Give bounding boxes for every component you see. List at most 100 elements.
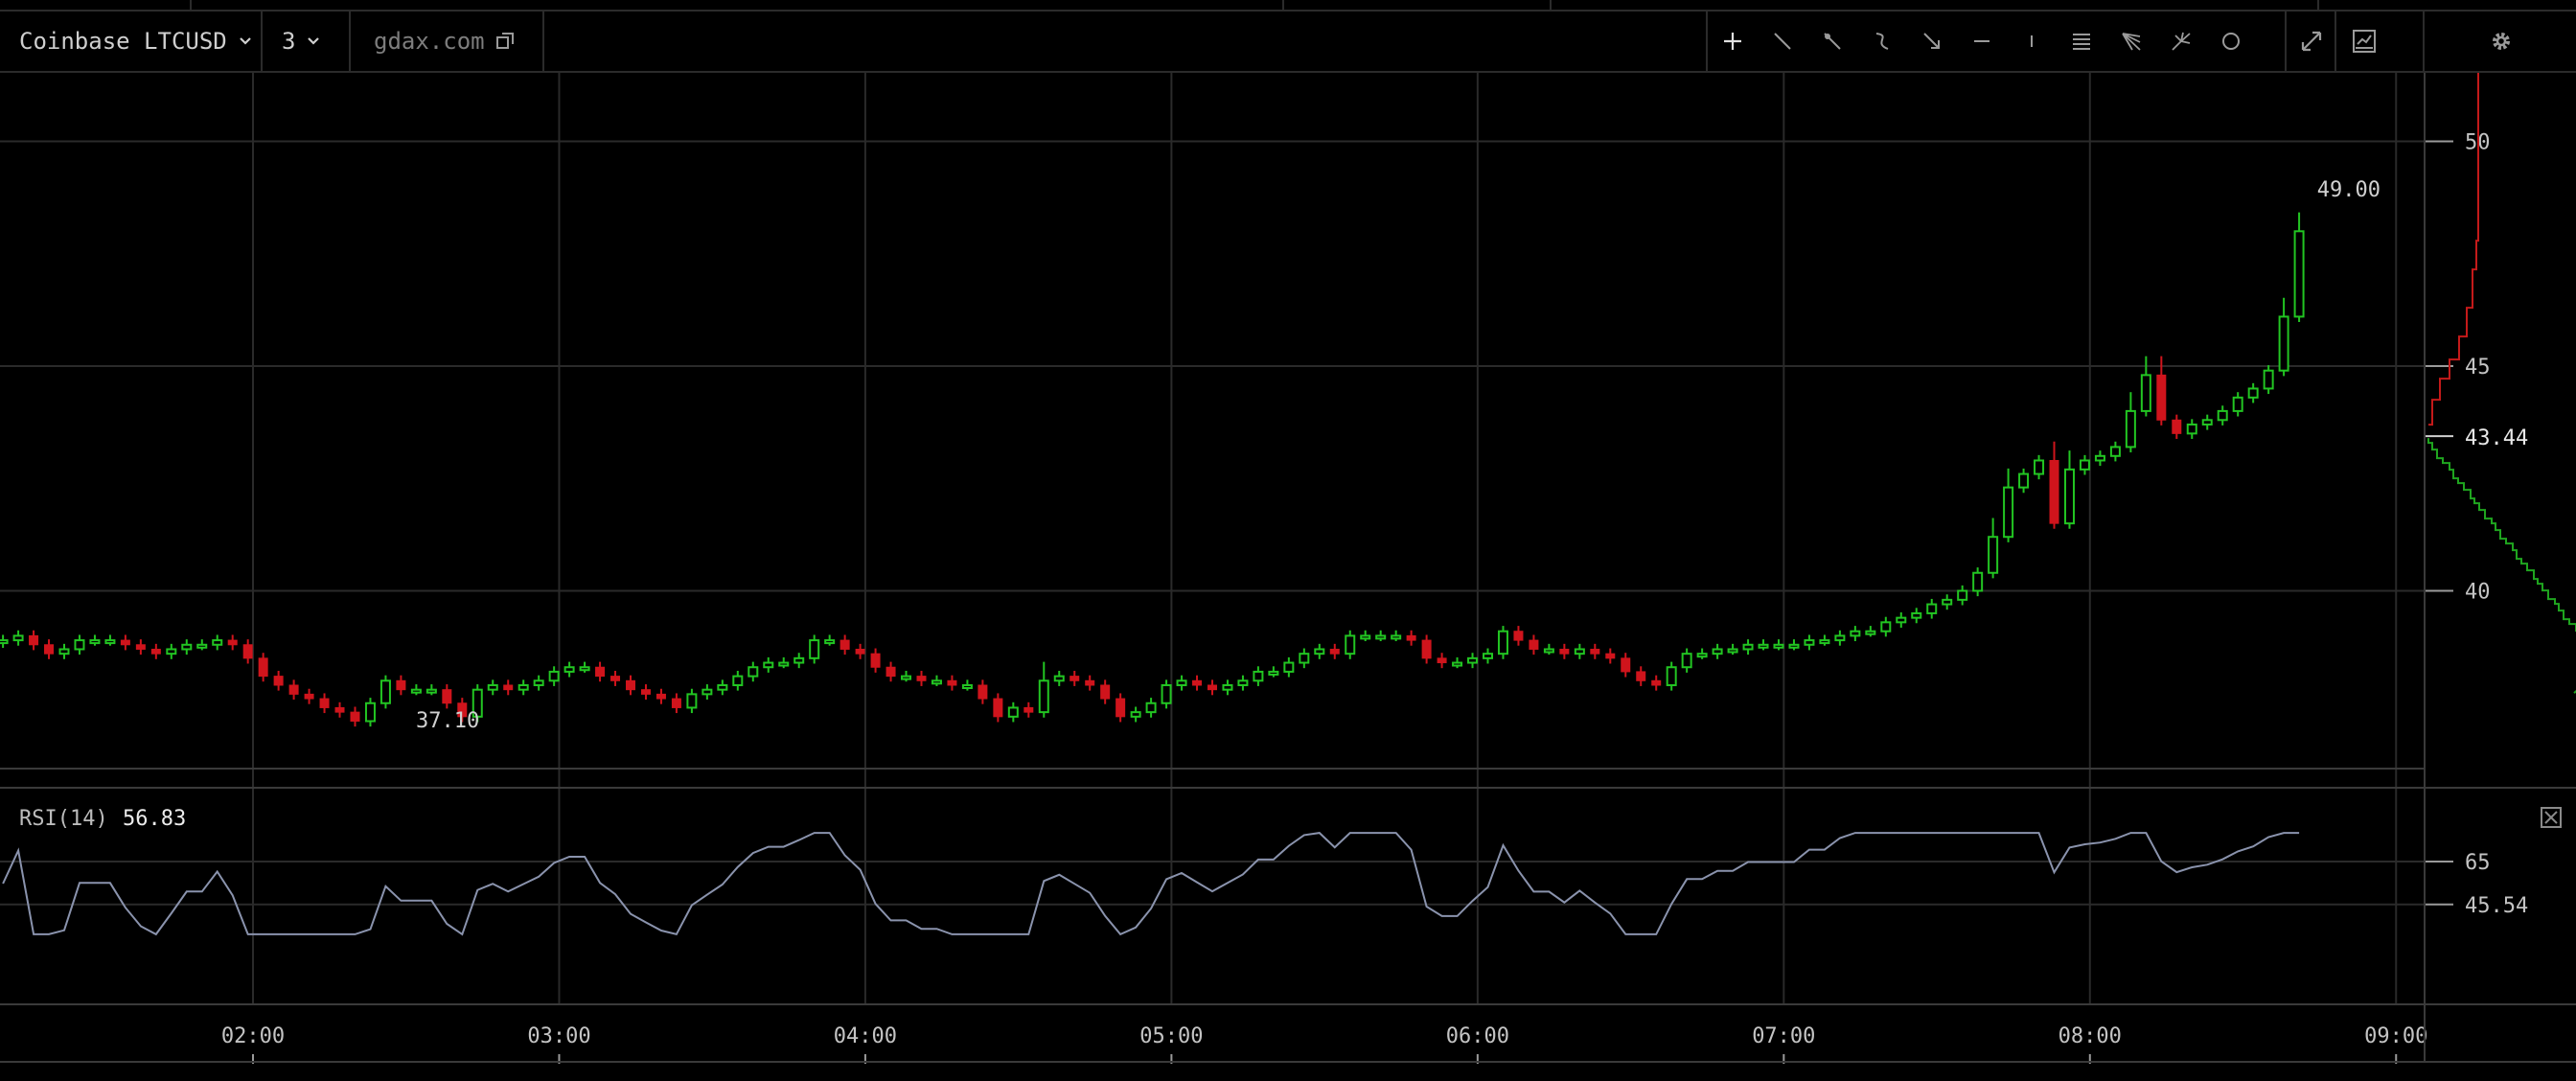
parallel-lines-icon[interactable] — [2057, 12, 2106, 71]
candle — [533, 675, 544, 691]
candle — [1375, 630, 1387, 642]
ray-icon[interactable] — [1807, 12, 1857, 71]
candle — [44, 639, 55, 659]
interval-selector[interactable]: 3 — [263, 12, 351, 71]
candle — [579, 661, 590, 673]
candle — [104, 634, 116, 646]
candle — [89, 634, 101, 646]
candle-body — [626, 679, 636, 691]
candle-body — [2293, 230, 2305, 318]
crosshair-icon[interactable] — [1708, 12, 1758, 71]
candle-body — [426, 688, 437, 694]
source-link[interactable]: gdax.com — [351, 12, 544, 71]
candle — [702, 684, 713, 700]
candle — [1024, 702, 1034, 718]
candle-body — [273, 676, 284, 686]
candle-body — [2232, 396, 2243, 412]
candle-body — [1773, 643, 1784, 649]
candle — [993, 693, 1003, 723]
candle-body — [1024, 706, 1034, 713]
candle-body — [1116, 698, 1126, 718]
snapshot-button[interactable] — [2334, 12, 2392, 71]
candle-body — [2186, 423, 2197, 435]
candle — [380, 675, 391, 709]
candle — [610, 670, 621, 686]
candle — [1681, 648, 1692, 673]
candle — [304, 688, 314, 704]
candle-body — [2201, 419, 2213, 426]
candle — [120, 634, 130, 651]
candle — [1207, 679, 1217, 696]
candle-body — [1850, 630, 1861, 637]
candle — [732, 670, 744, 691]
rsi-line — [2, 832, 2300, 936]
candle-body — [2049, 459, 2059, 524]
rsi-indicator-name: RSI(14) — [19, 807, 108, 831]
candle — [2003, 468, 2014, 542]
fullscreen-button[interactable] — [2285, 12, 2336, 71]
price-tick-label: 40 — [2465, 581, 2491, 605]
chart-area[interactable]: 02:00 03:00 04:00 05:00 06:00 07:00 08:00 09:00… — [0, 73, 2576, 1081]
candle — [1237, 675, 1249, 691]
candle-body — [1360, 634, 1371, 640]
symbol-selector[interactable]: Coinbase LTCUSD — [0, 12, 263, 71]
candle — [1038, 661, 1049, 718]
candle-body — [1345, 634, 1356, 656]
candle — [1130, 706, 1141, 723]
candle-body — [1070, 676, 1080, 681]
candle — [1253, 666, 1264, 686]
candle-body — [901, 675, 912, 680]
candle — [1666, 661, 1677, 691]
candle — [396, 675, 406, 696]
candle-body — [794, 656, 805, 664]
candle — [2049, 441, 2059, 529]
candle-body — [686, 693, 698, 709]
candle — [1452, 656, 1463, 669]
candle-body — [947, 679, 957, 686]
candle-body — [1681, 653, 1692, 669]
candle-body — [1957, 589, 1968, 601]
pitchfork-icon[interactable] — [2156, 12, 2206, 71]
settings-button[interactable] — [2423, 12, 2576, 71]
candle-body — [778, 661, 790, 667]
candle — [2217, 405, 2228, 426]
candle-body — [1100, 684, 1111, 700]
close-indicator-button[interactable] — [2541, 807, 2562, 828]
circle-icon[interactable] — [2206, 12, 2256, 71]
candle-body — [1391, 634, 1402, 640]
candle — [1988, 518, 1999, 579]
candle — [1804, 634, 1815, 651]
fib-fan-icon[interactable] — [2106, 12, 2156, 71]
candle-body — [579, 666, 590, 672]
vertical-line-icon[interactable] — [2007, 12, 2057, 71]
candle-body — [548, 670, 560, 682]
time-tick-label: 06:00 — [1446, 1024, 1509, 1048]
horizontal-line-icon[interactable] — [1957, 12, 2007, 71]
candle — [1176, 675, 1187, 691]
curve-icon[interactable] — [1857, 12, 1907, 71]
candle-body — [1314, 648, 1325, 656]
candle-body — [319, 698, 330, 708]
candle — [2278, 297, 2289, 377]
candle — [1192, 675, 1203, 691]
time-tick-label: 02:00 — [221, 1024, 285, 1048]
candle-body — [2034, 459, 2045, 475]
candle — [824, 634, 836, 646]
candle-body — [135, 644, 146, 650]
candle — [548, 666, 560, 686]
arrow-icon[interactable] — [1907, 12, 1957, 71]
candle — [901, 670, 912, 682]
candle — [258, 653, 268, 682]
candle — [931, 675, 942, 686]
candle-body — [181, 643, 193, 651]
candle-body — [2172, 419, 2182, 434]
candle — [2063, 450, 2075, 529]
price-series — [0, 212, 2305, 727]
trend-line-icon[interactable] — [1758, 12, 1807, 71]
interval-label: 3 — [282, 28, 296, 55]
candle-body — [855, 648, 865, 655]
drawing-tools — [1706, 12, 2256, 71]
chevron-down-icon — [308, 37, 320, 45]
candle-body — [2217, 409, 2228, 422]
candle-body — [1529, 639, 1539, 650]
